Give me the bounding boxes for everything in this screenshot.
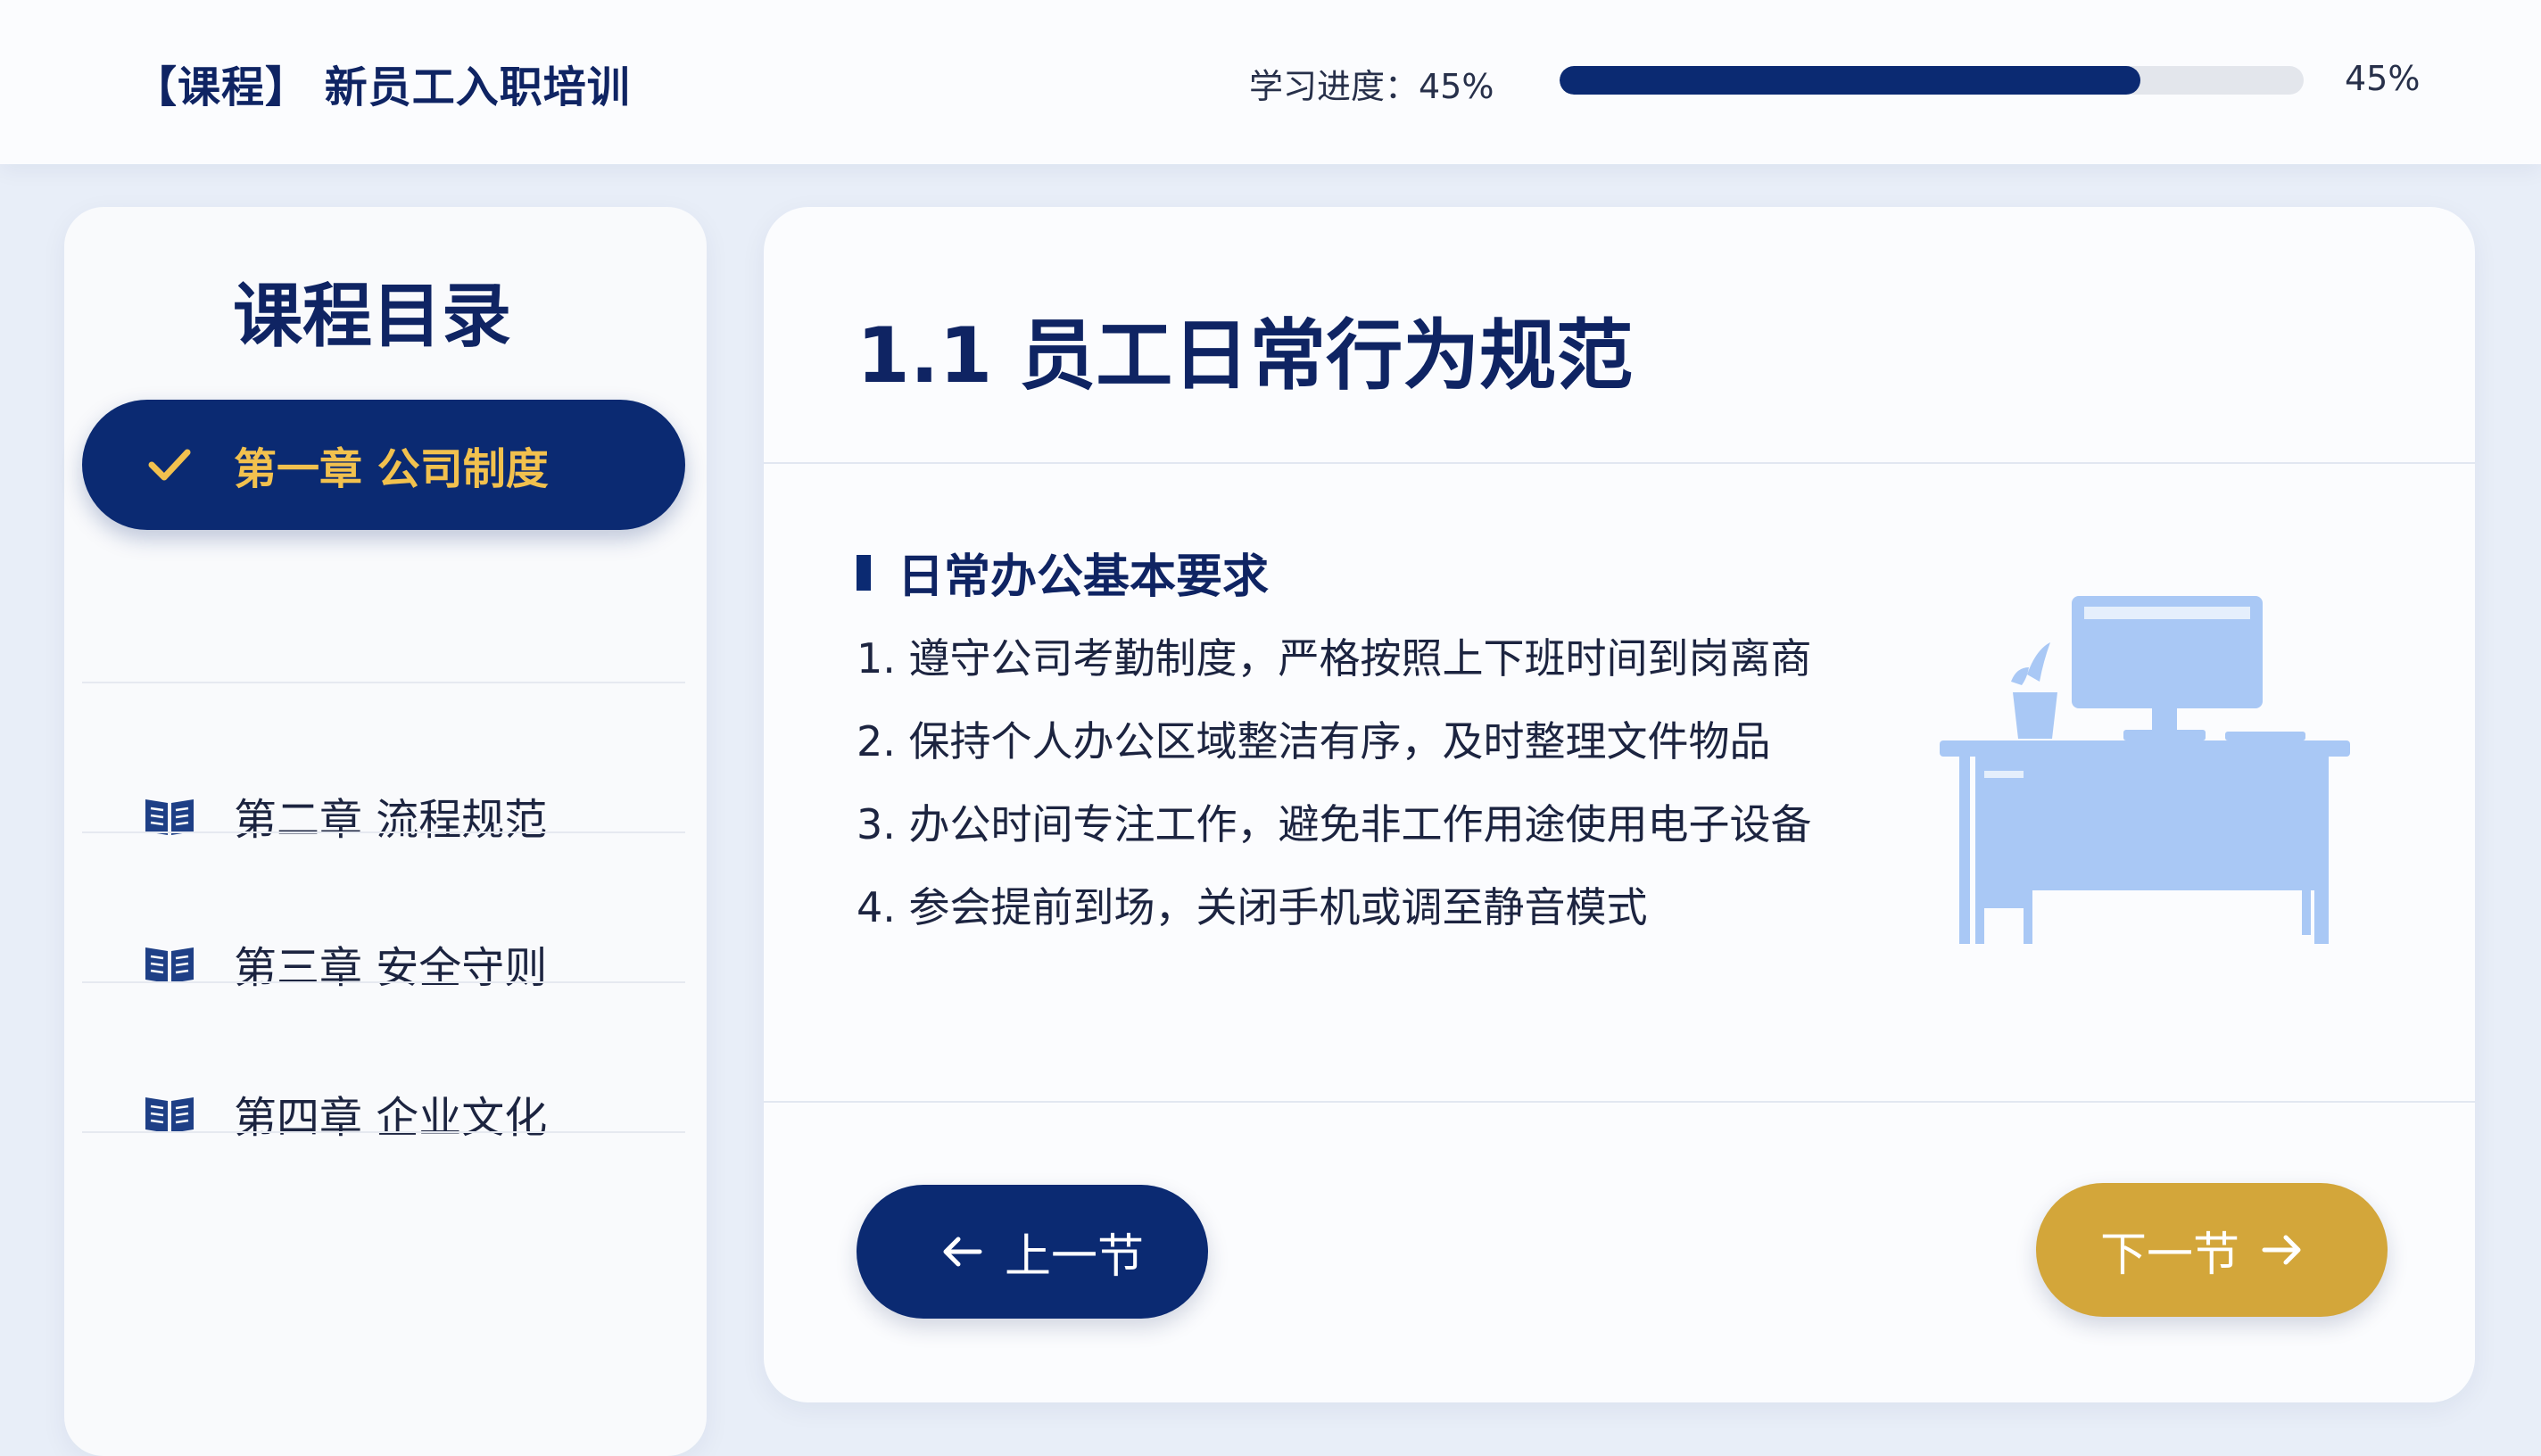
next-section-button[interactable]: 下一节 bbox=[2036, 1183, 2388, 1317]
section-title: 1.1 员工日常行为规范 bbox=[857, 311, 1634, 401]
sidebar-item-label: 第一章 公司制度 bbox=[234, 444, 549, 494]
divider bbox=[764, 462, 2475, 464]
sidebar-item-chapter-2[interactable]: 第二章 流程规范 bbox=[82, 749, 685, 881]
list-item: 2. 保持个人办公区域整洁有序，及时整理文件物品 bbox=[857, 717, 1771, 765]
sidebar-item-label: 第二章 流程规范 bbox=[234, 795, 548, 845]
top-bar: 【课程】 新员工入职培训 学习进度：45% 45% bbox=[0, 0, 2541, 164]
divider bbox=[82, 682, 685, 683]
list-item: 1. 遵守公司考勤制度，严格按照上下班时间到岗离商 bbox=[857, 634, 1812, 682]
book-icon bbox=[143, 789, 196, 842]
sidebar-item-chapter-1[interactable]: 第一章 公司制度 bbox=[82, 400, 685, 530]
sidebar-item-chapter-4[interactable]: 第四章 企业文化 bbox=[82, 1047, 685, 1179]
heading-marker bbox=[857, 554, 871, 591]
divider bbox=[764, 1101, 2475, 1103]
check-icon bbox=[143, 438, 196, 492]
sub-heading: 日常办公基本要求 bbox=[857, 539, 1269, 606]
sidebar-item-label: 第三章 安全守则 bbox=[234, 943, 548, 993]
divider bbox=[82, 981, 685, 983]
next-section-label: 下一节 bbox=[2099, 1228, 2239, 1282]
prev-section-button[interactable]: 上一节 bbox=[857, 1185, 1208, 1319]
sidebar-title: 课程目录 bbox=[232, 277, 511, 357]
divider bbox=[82, 1131, 685, 1133]
progress-bar-fill bbox=[1560, 66, 2140, 95]
arrow-left-icon bbox=[942, 1236, 983, 1268]
content-panel: 1.1 员工日常行为规范 日常办公基本要求 1. 遵守公司考勤制度，严格按照上下… bbox=[764, 207, 2475, 1402]
sidebar-item-chapter-3[interactable]: 第三章 安全守则 bbox=[82, 898, 685, 1030]
sidebar: 课程目录 第一章 公司制度 第二章 流程规范 第三章 安全守则 第四章 企业文化 bbox=[64, 207, 707, 1456]
list-item: 4. 参会提前到场，关闭手机或调至静音模式 bbox=[857, 883, 1648, 931]
rules-list: 1. 遵守公司考勤制度，严格按照上下班时间到岗离商 2. 保持个人办公区域整洁有… bbox=[857, 633, 1812, 965]
list-item: 3. 办公时间专注工作，避免非工作用途使用电子设备 bbox=[857, 800, 1812, 848]
prev-section-label: 上一节 bbox=[1004, 1229, 1144, 1284]
arrow-right-icon bbox=[2261, 1234, 2302, 1266]
sidebar-item-label: 第四章 企业文化 bbox=[234, 1093, 548, 1143]
divider bbox=[82, 831, 685, 833]
progress-percent: 45% bbox=[2345, 59, 2421, 98]
progress-label: 学习进度：45% bbox=[1249, 67, 1494, 106]
course-title: 【课程】 新员工入职培训 bbox=[134, 62, 631, 112]
progress-bar bbox=[1560, 66, 2304, 95]
office-desk-illustration bbox=[1940, 596, 2368, 953]
sub-heading-text: 日常办公基本要求 bbox=[898, 550, 1270, 604]
